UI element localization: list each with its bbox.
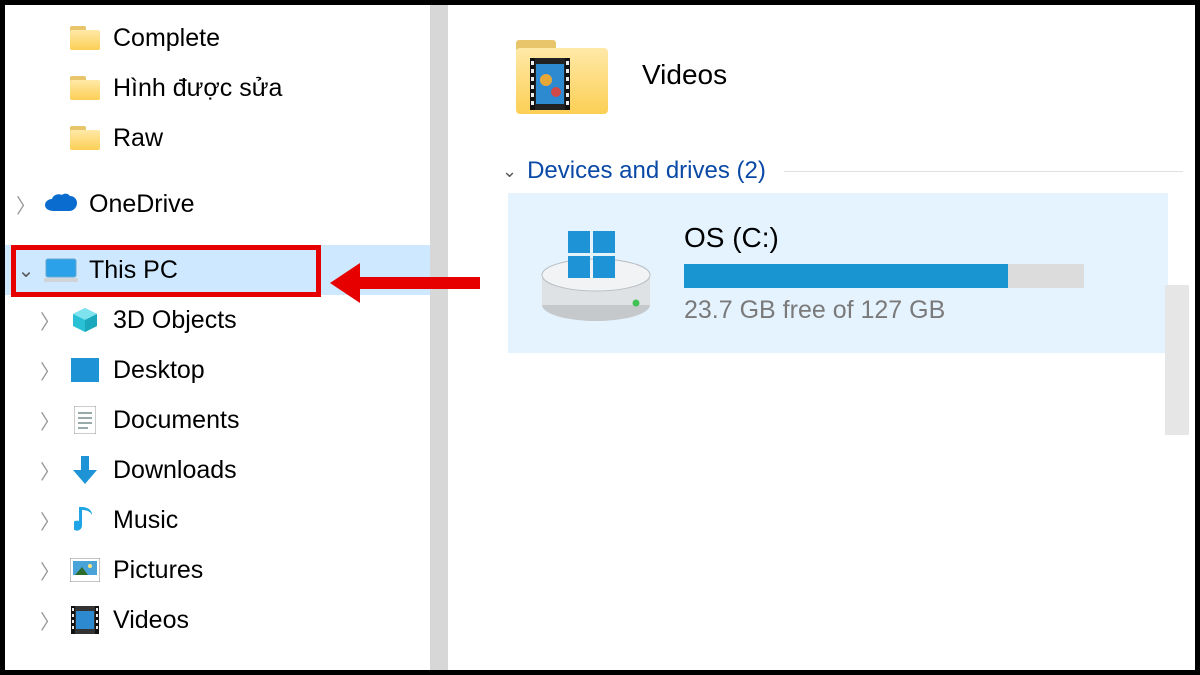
tree-item-label: Raw bbox=[113, 124, 163, 153]
tree-item-label: Documents bbox=[113, 406, 239, 435]
section-devices-and-drives[interactable]: ⌄ Devices and drives (2) bbox=[502, 157, 1183, 185]
hard-drive-icon bbox=[536, 213, 656, 333]
navigation-tree: Complete Hình được sửa Raw 〉 OneDrive bbox=[5, 5, 430, 670]
drive-free-space: 23.7 GB free of 127 GB bbox=[684, 296, 1084, 325]
tree-item-label: This PC bbox=[89, 256, 178, 285]
content-pane: Videos ⌄ Devices and drives (2) bbox=[448, 5, 1195, 670]
tree-item-videos[interactable]: 〉 Videos bbox=[5, 595, 430, 645]
sidebar-resize-handle[interactable] bbox=[430, 5, 448, 670]
tree-item-label: Downloads bbox=[113, 456, 237, 485]
drive-item-os-c[interactable]: OS (C:) 23.7 GB free of 127 GB bbox=[508, 193, 1168, 353]
picture-icon bbox=[65, 558, 105, 582]
tree-item-complete[interactable]: Complete bbox=[5, 13, 430, 63]
chevron-right-icon[interactable]: 〉 bbox=[35, 306, 65, 335]
folder-icon bbox=[65, 76, 105, 100]
video-icon bbox=[65, 606, 105, 634]
chevron-right-icon[interactable]: 〉 bbox=[35, 506, 65, 535]
tree-item-3d-objects[interactable]: 〉 3D Objects bbox=[5, 295, 430, 345]
section-title: Devices and drives (2) bbox=[527, 157, 766, 185]
tree-item-label: Videos bbox=[113, 606, 189, 635]
tree-item-raw[interactable]: Raw bbox=[5, 113, 430, 163]
tree-item-desktop[interactable]: 〉 Desktop bbox=[5, 345, 430, 395]
videos-folder-icon bbox=[502, 30, 622, 120]
drive-usage-bar bbox=[684, 264, 1084, 288]
tree-item-this-pc[interactable]: ⌄ This PC bbox=[5, 245, 430, 295]
tree-item-label: 3D Objects bbox=[113, 306, 237, 335]
tree-item-label: OneDrive bbox=[89, 190, 195, 219]
desktop-icon bbox=[65, 358, 105, 382]
library-item-videos[interactable]: Videos bbox=[502, 5, 1183, 145]
drive-title: OS (C:) bbox=[684, 222, 1084, 254]
tree-item-music[interactable]: 〉 Music bbox=[5, 495, 430, 545]
chevron-right-icon[interactable]: 〉 bbox=[35, 406, 65, 435]
chevron-right-icon[interactable]: 〉 bbox=[35, 606, 65, 635]
onedrive-icon bbox=[41, 193, 81, 215]
section-divider bbox=[784, 171, 1183, 172]
chevron-down-icon[interactable]: ⌄ bbox=[502, 161, 517, 182]
drive-usage-fill bbox=[684, 264, 1008, 288]
drive-info: OS (C:) 23.7 GB free of 127 GB bbox=[684, 222, 1084, 325]
folder-icon bbox=[65, 126, 105, 150]
adjacent-item-stub[interactable] bbox=[1165, 285, 1189, 435]
file-explorer-window: Complete Hình được sửa Raw 〉 OneDrive bbox=[0, 0, 1200, 675]
chevron-down-icon[interactable]: ⌄ bbox=[11, 258, 41, 283]
tree-item-label: Complete bbox=[113, 24, 220, 53]
tree-item-documents[interactable]: 〉 Documents bbox=[5, 395, 430, 445]
tree-item-hinh-duoc-sua[interactable]: Hình được sửa bbox=[5, 63, 430, 113]
tree-item-downloads[interactable]: 〉 Downloads bbox=[5, 445, 430, 495]
tree-item-onedrive[interactable]: 〉 OneDrive bbox=[5, 179, 430, 229]
tree-item-label: Desktop bbox=[113, 356, 205, 385]
computer-icon bbox=[41, 257, 81, 283]
cube-icon bbox=[65, 306, 105, 334]
library-item-label: Videos bbox=[642, 59, 727, 91]
tree-item-pictures[interactable]: 〉 Pictures bbox=[5, 545, 430, 595]
chevron-right-icon[interactable]: 〉 bbox=[35, 456, 65, 485]
download-arrow-icon bbox=[65, 456, 105, 484]
document-icon bbox=[65, 406, 105, 434]
tree-item-label: Music bbox=[113, 506, 178, 535]
chevron-right-icon[interactable]: 〉 bbox=[35, 356, 65, 385]
tree-item-label: Pictures bbox=[113, 556, 203, 585]
music-note-icon bbox=[65, 505, 105, 535]
chevron-right-icon[interactable]: 〉 bbox=[11, 190, 41, 219]
chevron-right-icon[interactable]: 〉 bbox=[35, 556, 65, 585]
folder-icon bbox=[65, 26, 105, 50]
tree-item-label: Hình được sửa bbox=[113, 74, 282, 103]
